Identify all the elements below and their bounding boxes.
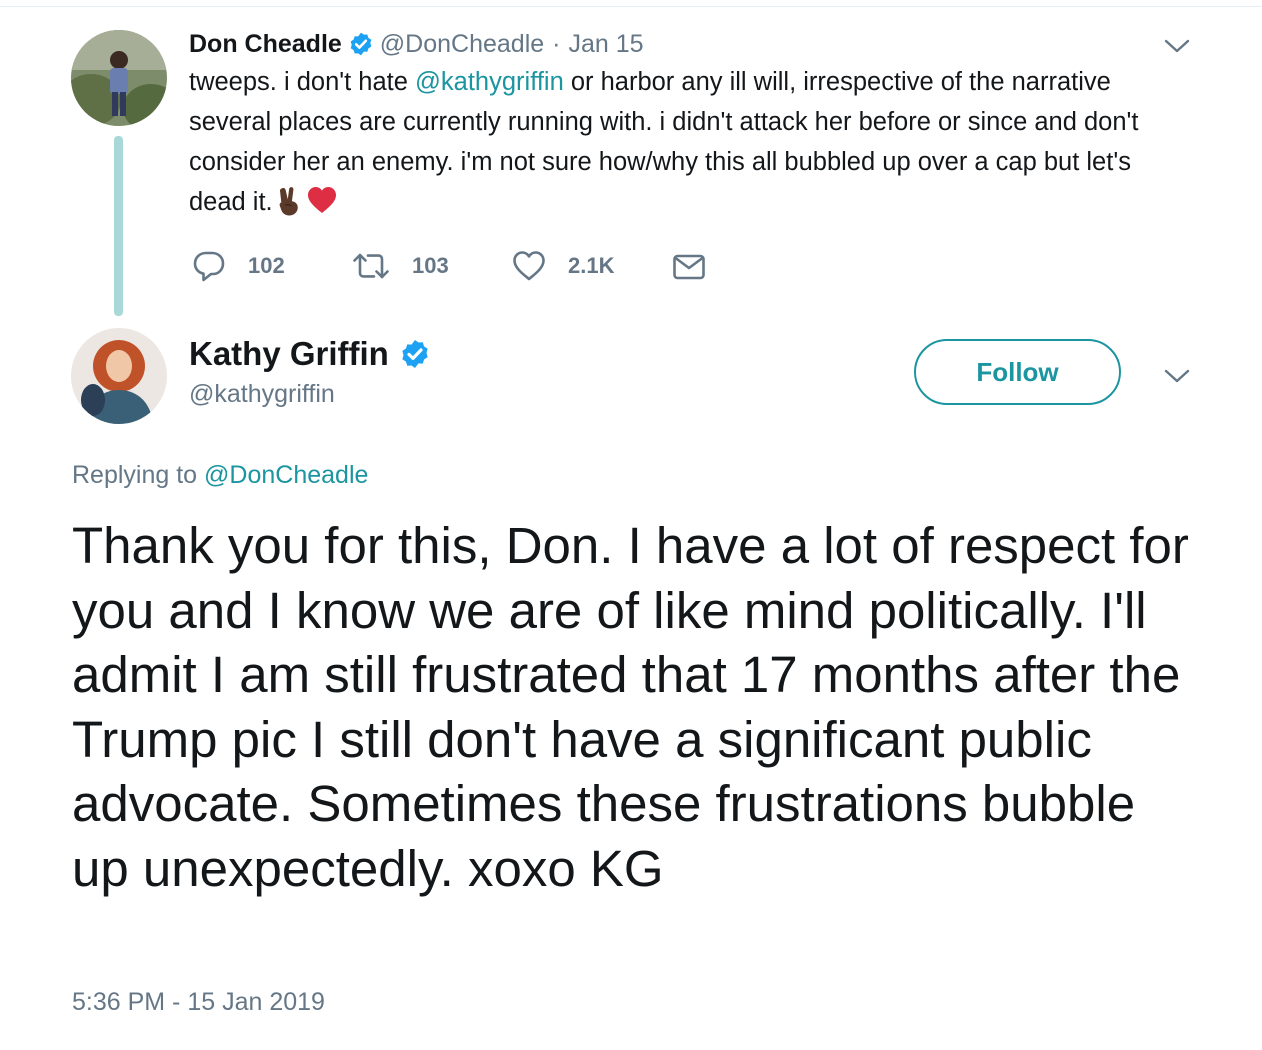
top-divider — [0, 0, 1262, 7]
follow-button[interactable]: Follow — [914, 339, 1121, 405]
reply-timestamp[interactable]: 5:36 PM - 15 Jan 2019 — [72, 988, 325, 1017]
like-count: 2.1K — [568, 253, 615, 278]
reply-count: 102 — [248, 253, 285, 278]
verified-badge-icon — [399, 338, 431, 370]
thread-connector-line — [114, 136, 123, 316]
direct-message-button[interactable] — [672, 248, 706, 284]
reply-icon — [193, 251, 225, 282]
avatar-photo-icon — [71, 328, 167, 424]
replying-prefix: Replying to — [72, 461, 198, 489]
retweet-count: 103 — [412, 253, 449, 278]
parent-author-name[interactable]: Don Cheadle — [189, 30, 342, 59]
like-button[interactable]: 2.1K — [512, 248, 614, 284]
reply-author-name-row: Kathy Griffin — [189, 332, 437, 376]
heart-icon — [513, 251, 545, 281]
parent-tweet-header: Don Cheadle @DonCheadle · Jan 15 — [189, 26, 644, 62]
kathy-griffin-avatar[interactable] — [71, 328, 167, 424]
replying-to-line: Replying to @DonCheadle — [72, 461, 368, 490]
header-separator: · — [552, 29, 561, 58]
parent-tweet-text: tweeps. i don't hate @kathygriffin or ha… — [189, 62, 1189, 222]
parent-tweet-date[interactable]: Jan 15 — [569, 30, 644, 59]
avatar-photo-icon — [71, 30, 167, 126]
parent-author-handle[interactable]: @DonCheadle — [380, 30, 544, 59]
mention-link[interactable]: @kathygriffin — [415, 68, 564, 96]
chevron-down-icon[interactable] — [1164, 38, 1190, 54]
chevron-down-icon[interactable] — [1164, 368, 1190, 384]
reply-button[interactable]: 102 — [192, 248, 285, 284]
reply-author-name[interactable]: Kathy Griffin — [189, 335, 389, 373]
parent-tweet-actions: 102 103 2.1K — [192, 248, 752, 284]
envelope-icon — [673, 254, 705, 280]
verified-badge-icon — [348, 31, 374, 57]
red-heart-icon — [307, 186, 337, 214]
victory-hand-icon — [277, 186, 303, 216]
retweet-icon — [353, 253, 389, 279]
parent-text-part-1: tweeps. i don't hate — [189, 68, 416, 96]
retweet-button[interactable]: 103 — [352, 248, 449, 284]
reply-author-handle[interactable]: @kathygriffin — [189, 380, 335, 409]
reply-tweet-text: Thank you for this, Don. I have a lot of… — [72, 517, 1189, 897]
replying-to-link[interactable]: @DonCheadle — [204, 461, 368, 489]
don-cheadle-avatar[interactable] — [71, 30, 167, 126]
